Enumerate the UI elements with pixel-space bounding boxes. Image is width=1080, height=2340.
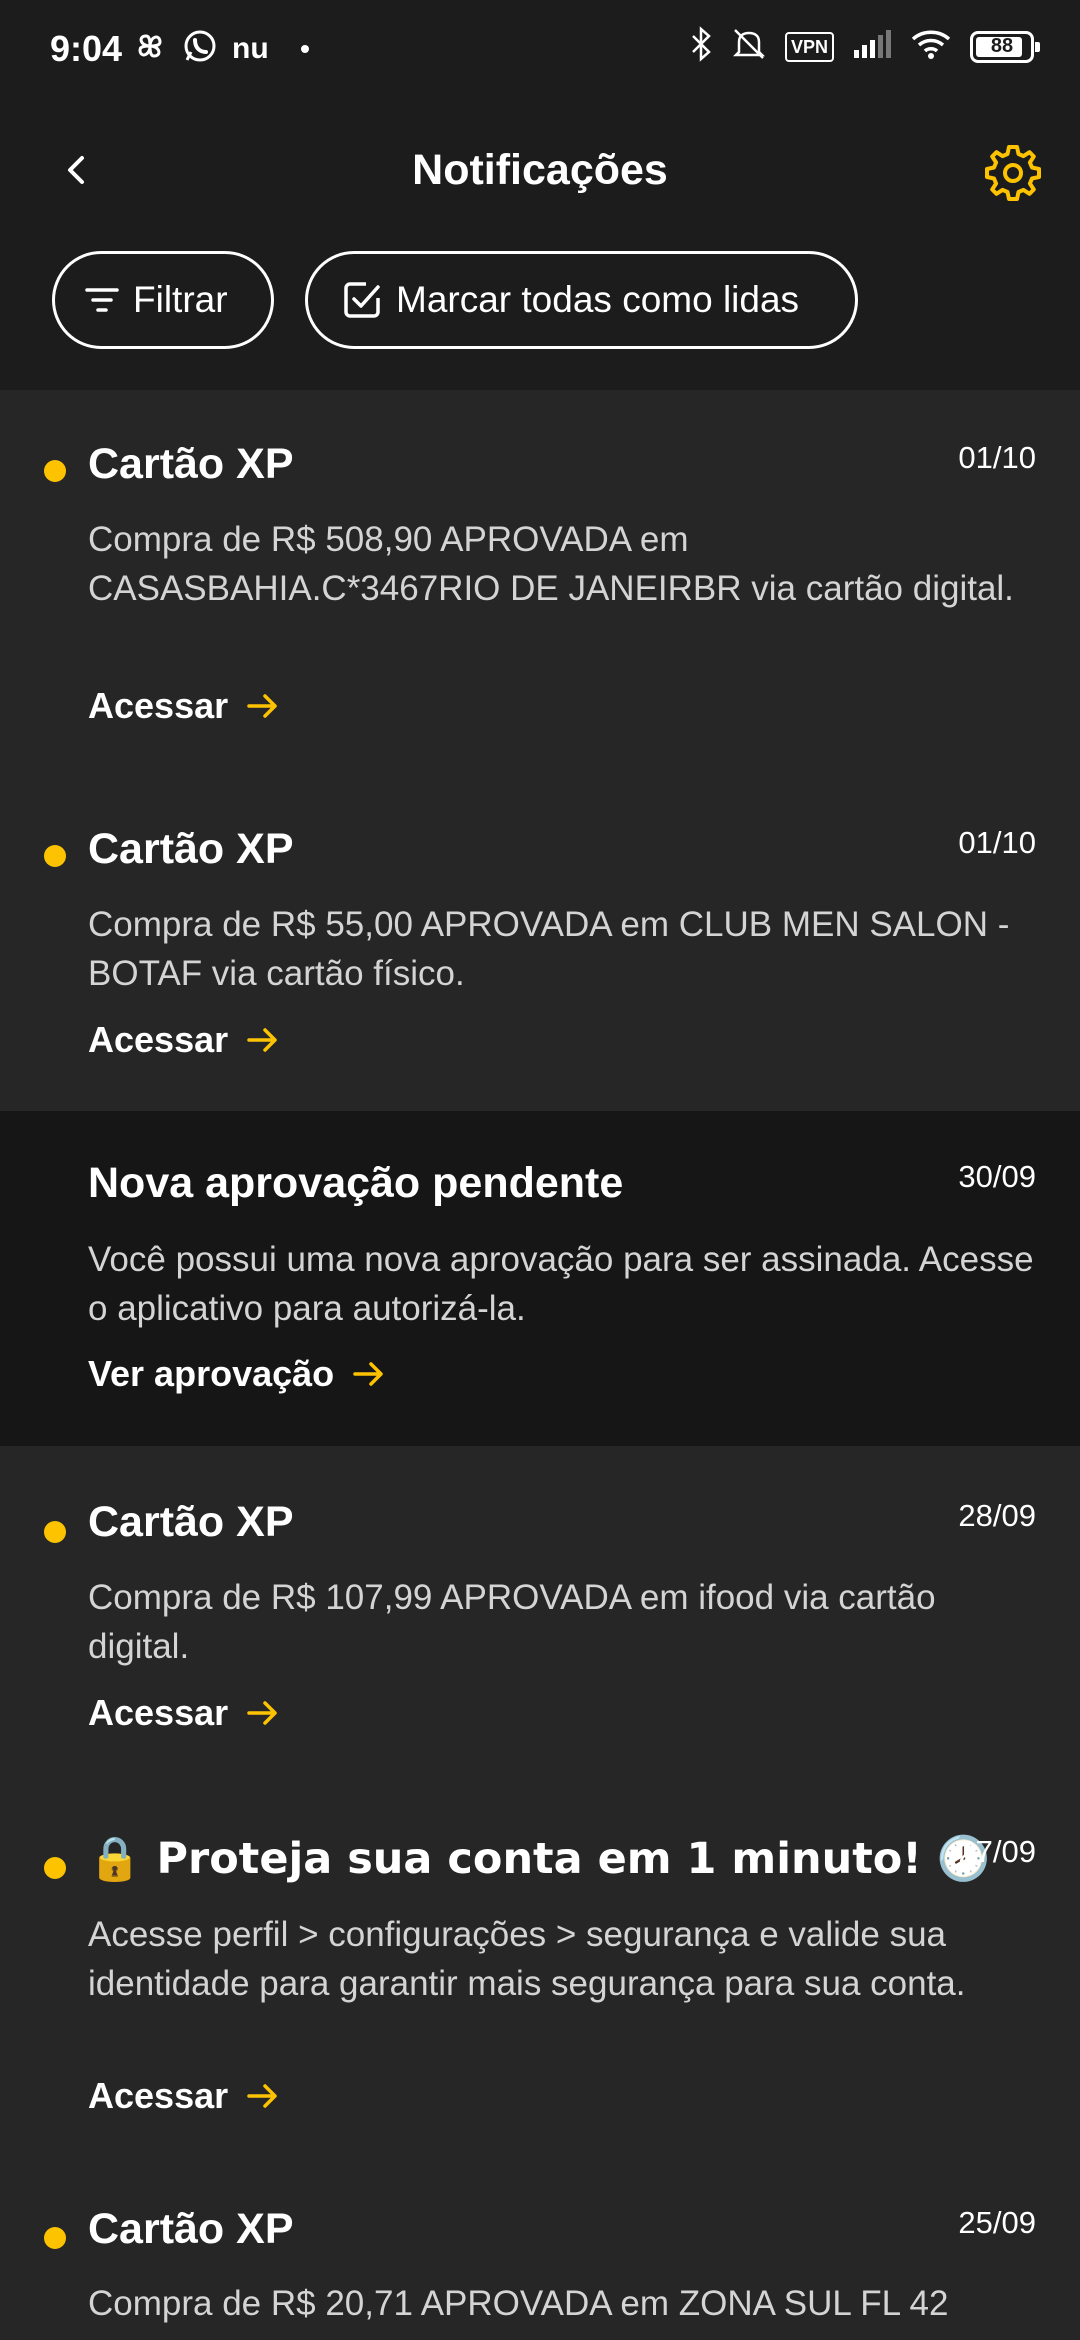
notification-date: 30/09: [958, 1159, 1036, 1194]
notification-action-link[interactable]: Acessar: [88, 685, 280, 727]
bluetooth-icon: [689, 26, 713, 67]
arrow-right-icon: [247, 2084, 277, 2108]
signal-icon: [852, 28, 892, 65]
arrow-right-icon: [247, 1701, 277, 1725]
notification-body: Acesse perfil > configurações > seguranç…: [88, 1915, 966, 2003]
filter-icon: [85, 288, 119, 312]
notification-action-link[interactable]: Acessar: [88, 1692, 280, 1734]
battery-level: 88: [990, 35, 1014, 57]
status-right-icons: VPN 88: [689, 26, 1040, 67]
notification-body: Você possui uma nova aprovação para ser …: [88, 1240, 1034, 1328]
status-left-icons: nu: [132, 28, 309, 69]
notification-item[interactable]: Nova aprovação pendente 30/09 Você possu…: [0, 1111, 1080, 1446]
status-bar: 9:04 nu VPN 88: [0, 0, 1080, 96]
notification-title: Cartão XP: [88, 440, 294, 488]
dot-icon: [300, 44, 309, 53]
vpn-badge: VPN: [784, 31, 834, 62]
notification-date: 01/10: [958, 440, 1036, 475]
unread-dot-icon: [44, 845, 66, 867]
arrow-right-icon: [247, 694, 277, 718]
mark-all-read-button[interactable]: Marcar todas como lidas: [305, 251, 858, 349]
pinwheel-icon: [132, 28, 168, 69]
app-header: Notificações Filtrar Marcar todas como l…: [0, 96, 1080, 390]
notification-action-link[interactable]: Acessar: [88, 2075, 280, 2117]
notification-body: Compra de R$ 508,90 APROVADA em CASASBAH…: [88, 520, 1014, 608]
notification-list: Cartão XP 01/10 Compra de R$ 508,90 APRO…: [0, 390, 1080, 2340]
notification-body: Compra de R$ 20,71 APROVADA em ZONA SUL …: [88, 2284, 949, 2323]
mark-all-read-label: Marcar todas como lidas: [396, 279, 800, 320]
notification-item[interactable]: Cartão XP 25/09 Compra de R$ 20,71 APROV…: [0, 2165, 1080, 2340]
notification-action-label: Acessar: [88, 2075, 229, 2116]
arrow-right-icon: [247, 1028, 277, 1052]
whatsapp-icon: [182, 28, 218, 69]
notification-title: 🔒 Proteja sua conta em 1 minuto! 🕗: [88, 1834, 991, 1884]
notification-title: Nova aprovação pendente: [88, 1159, 624, 1207]
notification-action-label: Acessar: [88, 1692, 229, 1733]
notification-action-label: Ver aprovação: [88, 1353, 335, 1394]
notification-title: Cartão XP: [88, 825, 294, 873]
unread-dot-icon: [44, 2227, 66, 2249]
arrow-right-icon: [353, 1362, 383, 1386]
checkbox-checked-icon: [344, 282, 380, 318]
notification-date: 01/10: [958, 825, 1036, 860]
page-title: Notificações: [412, 146, 668, 194]
notification-title: Cartão XP: [88, 1498, 294, 1546]
notification-body: Compra de R$ 55,00 APROVADA em CLUB MEN …: [88, 905, 1010, 993]
gear-icon[interactable]: [982, 142, 1044, 204]
notification-item[interactable]: Cartão XP 01/10 Compra de R$ 508,90 APRO…: [0, 390, 1080, 775]
notification-date: 27/09: [958, 1834, 1036, 1869]
filter-button[interactable]: Filtrar: [52, 251, 274, 349]
notification-item[interactable]: Cartão XP 01/10 Compra de R$ 55,00 APROV…: [0, 775, 1080, 1111]
battery-tip: [1035, 41, 1040, 52]
bell-muted-icon: [731, 26, 767, 67]
unread-dot-icon: [44, 1521, 66, 1543]
notification-item[interactable]: Cartão XP 28/09 Compra de R$ 107,99 APRO…: [0, 1446, 1080, 1782]
notification-date: 28/09: [958, 1498, 1036, 1533]
notification-action-label: Acessar: [88, 685, 229, 726]
notification-action-link[interactable]: Acessar: [88, 1019, 280, 1061]
notification-action-link[interactable]: Ver aprovação: [88, 1353, 386, 1395]
unread-dot-icon: [44, 460, 66, 482]
notification-action-label: Acessar: [88, 1019, 229, 1060]
notification-date: 25/09: [958, 2205, 1036, 2240]
nubank-icon: nu: [232, 31, 269, 65]
battery-icon: 88: [970, 30, 1040, 63]
notification-body: Compra de R$ 107,99 APROVADA em ifood vi…: [88, 1578, 936, 1666]
unread-dot-icon: [44, 1857, 66, 1879]
notification-item[interactable]: 🔒 Proteja sua conta em 1 minuto! 🕗 27/09…: [0, 1782, 1080, 2165]
notification-title: Cartão XP: [88, 2205, 294, 2253]
filter-label: Filtrar: [133, 279, 228, 320]
wifi-icon: [910, 27, 952, 66]
status-time: 9:04: [50, 28, 123, 69]
